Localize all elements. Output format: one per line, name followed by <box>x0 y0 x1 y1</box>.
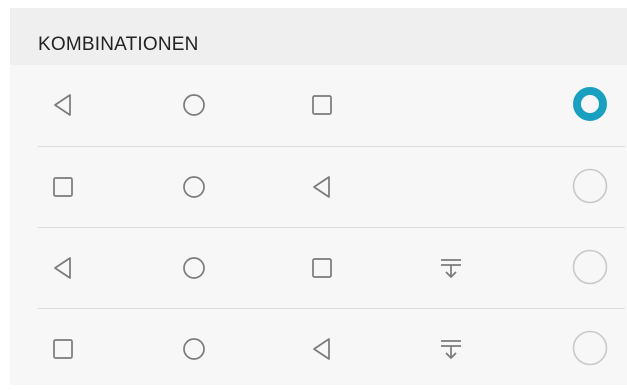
combination-radio[interactable] <box>572 330 608 366</box>
notification-pulldown-icon <box>437 254 465 282</box>
section-title: KOMBINATIONEN <box>38 34 199 55</box>
combination-row-4[interactable] <box>10 309 627 390</box>
recents-icon <box>308 254 336 282</box>
home-icon <box>180 91 208 119</box>
back-icon <box>49 91 77 119</box>
back-icon <box>308 335 336 363</box>
combination-radio[interactable] <box>572 249 608 285</box>
home-icon <box>180 335 208 363</box>
combination-row-3[interactable] <box>10 228 627 309</box>
notification-pulldown-icon <box>437 335 465 363</box>
combination-radio-selected[interactable] <box>572 86 608 122</box>
recents-icon <box>49 335 77 363</box>
home-icon <box>180 254 208 282</box>
back-icon <box>49 254 77 282</box>
recents-icon <box>49 173 77 201</box>
combination-radio[interactable] <box>572 168 608 204</box>
recents-icon <box>308 91 336 119</box>
back-icon <box>308 173 336 201</box>
section-header: KOMBINATIONEN <box>10 8 627 65</box>
home-icon <box>180 173 208 201</box>
combination-row-1[interactable] <box>10 65 627 146</box>
combination-row-2[interactable] <box>10 147 627 228</box>
combinations-panel: KOMBINATIONEN <box>10 8 627 385</box>
